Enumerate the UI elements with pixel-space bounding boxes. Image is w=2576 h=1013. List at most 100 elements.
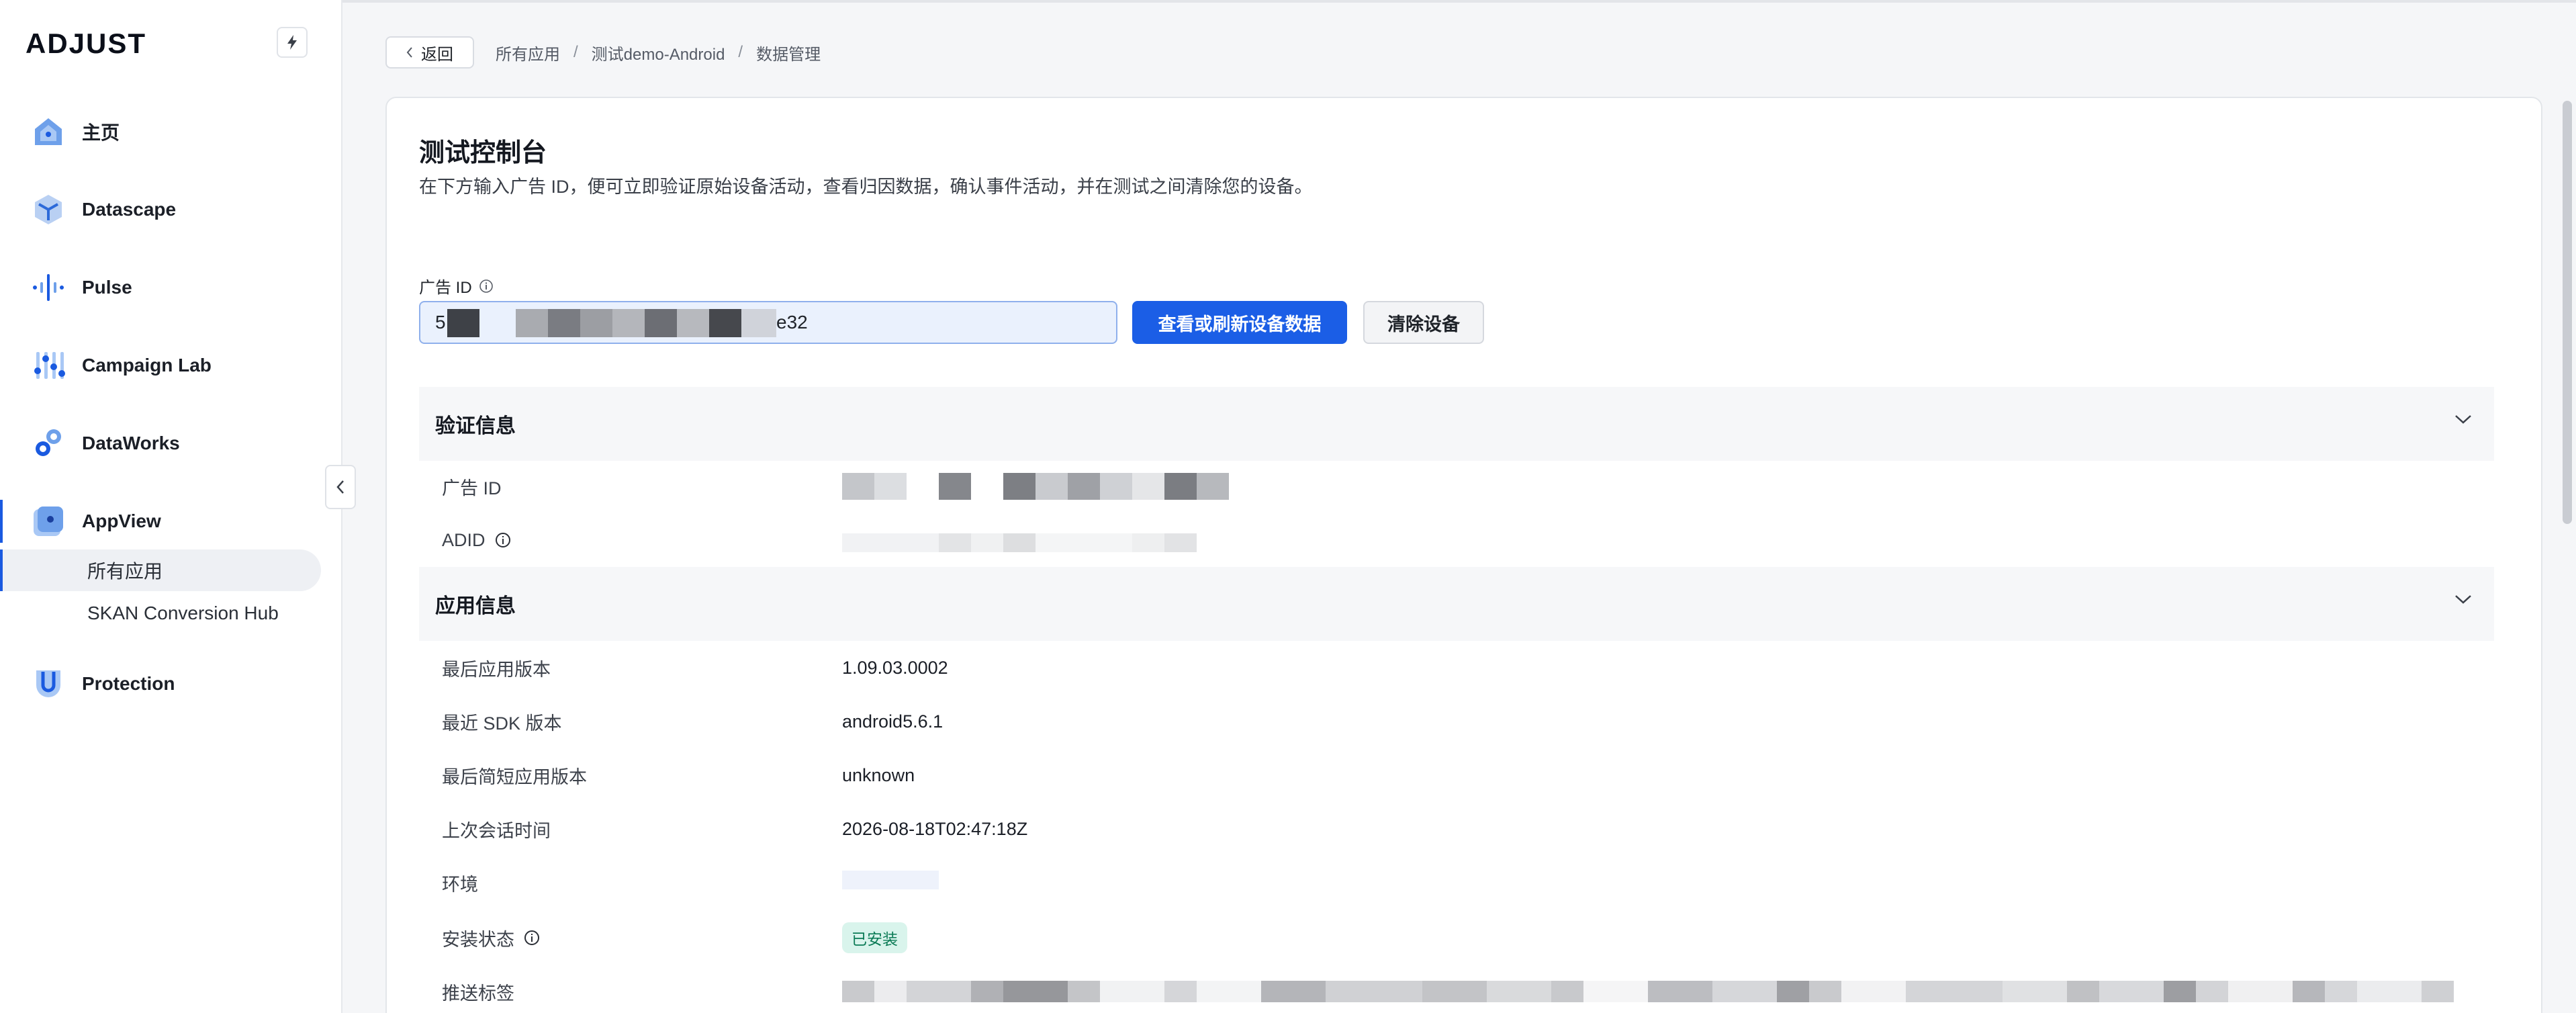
sidebar-subitem-skan-conversion-hub[interactable]: SKAN Conversion Hub	[0, 592, 321, 634]
redaction-block	[548, 309, 580, 337]
page-scrollbar[interactable]	[2563, 101, 2572, 524]
sidebar-item-datascape[interactable]: Datascape	[0, 183, 341, 236]
redaction-block	[741, 309, 776, 337]
app-info-row-short-version: 最后简短应用版本 unknown	[442, 762, 2483, 789]
protection-icon	[30, 665, 67, 703]
ad-id-label: 广告 ID	[419, 274, 494, 298]
verification-row-ad-id: 广告 ID	[442, 473, 2483, 500]
sidebar-subitem-label: SKAN Conversion Hub	[87, 603, 279, 623]
sidebar-item-label: Pulse	[82, 277, 132, 298]
page-description: 在下方输入广告 ID，便可立即验证原始设备活动，查看归因数据，确认事件活动，并在…	[419, 177, 1313, 197]
redaction-block	[447, 309, 479, 337]
ad-id-input[interactable]: 5 e32	[419, 301, 1117, 344]
row-label-text: ADID	[442, 529, 486, 550]
sidebar-subitem-label: 所有应用	[87, 561, 163, 582]
back-button[interactable]: 返回	[385, 36, 474, 69]
app-info-row-environment: 环境	[442, 869, 2483, 896]
sidebar-subitem-all-apps[interactable]: 所有应用	[0, 549, 321, 591]
redaction-block	[709, 309, 741, 337]
lightning-icon	[287, 35, 297, 50]
breadcrumb-item: 数据管理	[756, 45, 821, 64]
redaction-block	[580, 309, 612, 337]
chevron-left-icon	[406, 47, 412, 58]
breadcrumb-item[interactable]: 测试demo-Android	[592, 41, 725, 64]
pulse-icon	[30, 269, 67, 306]
sidebar-item-campaign-lab[interactable]: Campaign Lab	[0, 339, 341, 392]
row-label: 广告 ID	[442, 478, 502, 498]
info-icon[interactable]	[495, 532, 511, 548]
breadcrumb-separator: /	[738, 43, 743, 61]
sidebar-item-protection[interactable]: Protection	[0, 657, 341, 711]
redaction-block	[645, 309, 677, 337]
chevron-left-icon	[336, 480, 344, 494]
redaction-block	[516, 309, 548, 337]
sidebar-item-label: Protection	[82, 673, 175, 694]
breadcrumb-separator: /	[573, 43, 578, 61]
row-label-text: 安装状态	[442, 929, 514, 950]
section-title: 验证信息	[435, 415, 516, 437]
quick-actions-button[interactable]	[277, 27, 308, 58]
row-value: 2026-08-18T02:47:18Z	[842, 818, 1028, 839]
row-value: 1.09.03.0002	[842, 657, 948, 678]
sidebar-item-label: AppView	[82, 511, 161, 531]
verification-section-header[interactable]: 验证信息	[419, 387, 2494, 461]
row-value: 已安装	[842, 922, 907, 953]
app-info-row-push-token: 推送标签	[442, 978, 2483, 1005]
section-title: 应用信息	[435, 595, 516, 617]
test-console-card: 测试控制台 在下方输入广告 ID，便可立即验证原始设备活动，查看归因数据，确认事…	[385, 97, 2542, 1013]
row-label: 推送标签	[442, 983, 514, 1004]
redacted-value	[842, 978, 2454, 1005]
sidebar-item-pulse[interactable]: Pulse	[0, 261, 341, 314]
sidebar-item-appview[interactable]: AppView	[0, 494, 341, 548]
chevron-down-icon	[2455, 415, 2471, 424]
row-label: 上次会话时间	[442, 820, 551, 841]
app-info-section-header[interactable]: 应用信息	[419, 567, 2494, 641]
home-icon	[30, 113, 67, 150]
refresh-device-data-button[interactable]: 查看或刷新设备数据	[1132, 301, 1347, 344]
row-value: android5.6.1	[842, 711, 944, 732]
app-info-row-last-session: 上次会话时间 2026-08-18T02:47:18Z	[442, 816, 2483, 842]
datascape-icon	[30, 191, 67, 228]
sidebar-item-label: Campaign Lab	[82, 355, 212, 376]
breadcrumb-item[interactable]: 所有应用	[496, 41, 560, 64]
info-icon[interactable]	[524, 930, 540, 946]
status-badge: 已安装	[842, 922, 907, 953]
ad-id-value-end: e32	[776, 312, 808, 333]
row-label: 最近 SDK 版本	[442, 713, 562, 734]
campaign-lab-icon	[30, 347, 67, 384]
redaction-block	[612, 309, 645, 337]
ad-id-value-start: 5	[435, 312, 446, 333]
sidebar: ADJUST 主页 Datascape Pulse Campaign Lab D…	[0, 0, 342, 1013]
redacted-value	[842, 473, 1245, 500]
dataworks-icon	[30, 425, 67, 462]
verification-row-adid: ADID	[442, 527, 2483, 554]
chevron-down-icon	[2455, 595, 2471, 604]
app-info-row-install-status: 安装状态 已安装	[442, 922, 2483, 953]
sidebar-item-label: 主页	[82, 122, 120, 143]
page-title: 测试控制台	[419, 139, 547, 167]
back-label: 返回	[421, 45, 453, 64]
redacted-value	[842, 869, 943, 896]
row-value: unknown	[842, 764, 915, 785]
app-info-row-sdk-version: 最近 SDK 版本 android5.6.1	[442, 708, 2483, 735]
info-icon[interactable]	[479, 279, 494, 294]
redaction-block	[677, 309, 709, 337]
appview-icon	[30, 502, 67, 540]
row-label: 环境	[442, 874, 478, 895]
row-label: 最后简短应用版本	[442, 766, 587, 787]
app-info-row-last-app-version: 最后应用版本 1.09.03.0002	[442, 654, 2483, 681]
adjust-logo[interactable]: ADJUST	[26, 27, 146, 60]
row-label: ADID	[442, 530, 842, 551]
sidebar-item-home[interactable]: 主页	[0, 105, 341, 159]
sidebar-item-label: DataWorks	[82, 433, 180, 453]
redacted-value	[842, 527, 1245, 554]
sidebar-item-label: Datascape	[82, 199, 177, 220]
collapse-sidebar-button[interactable]	[325, 465, 356, 509]
clear-device-button[interactable]: 清除设备	[1363, 301, 1484, 344]
logo-text: ADJUST	[26, 28, 147, 59]
sidebar-item-dataworks[interactable]: DataWorks	[0, 416, 341, 470]
breadcrumb: 所有应用 / 测试demo-Android / 数据管理	[496, 40, 821, 64]
ad-id-label-text: 广告 ID	[419, 279, 472, 297]
row-label: 安装状态	[442, 925, 842, 951]
row-label: 最后应用版本	[442, 659, 551, 680]
